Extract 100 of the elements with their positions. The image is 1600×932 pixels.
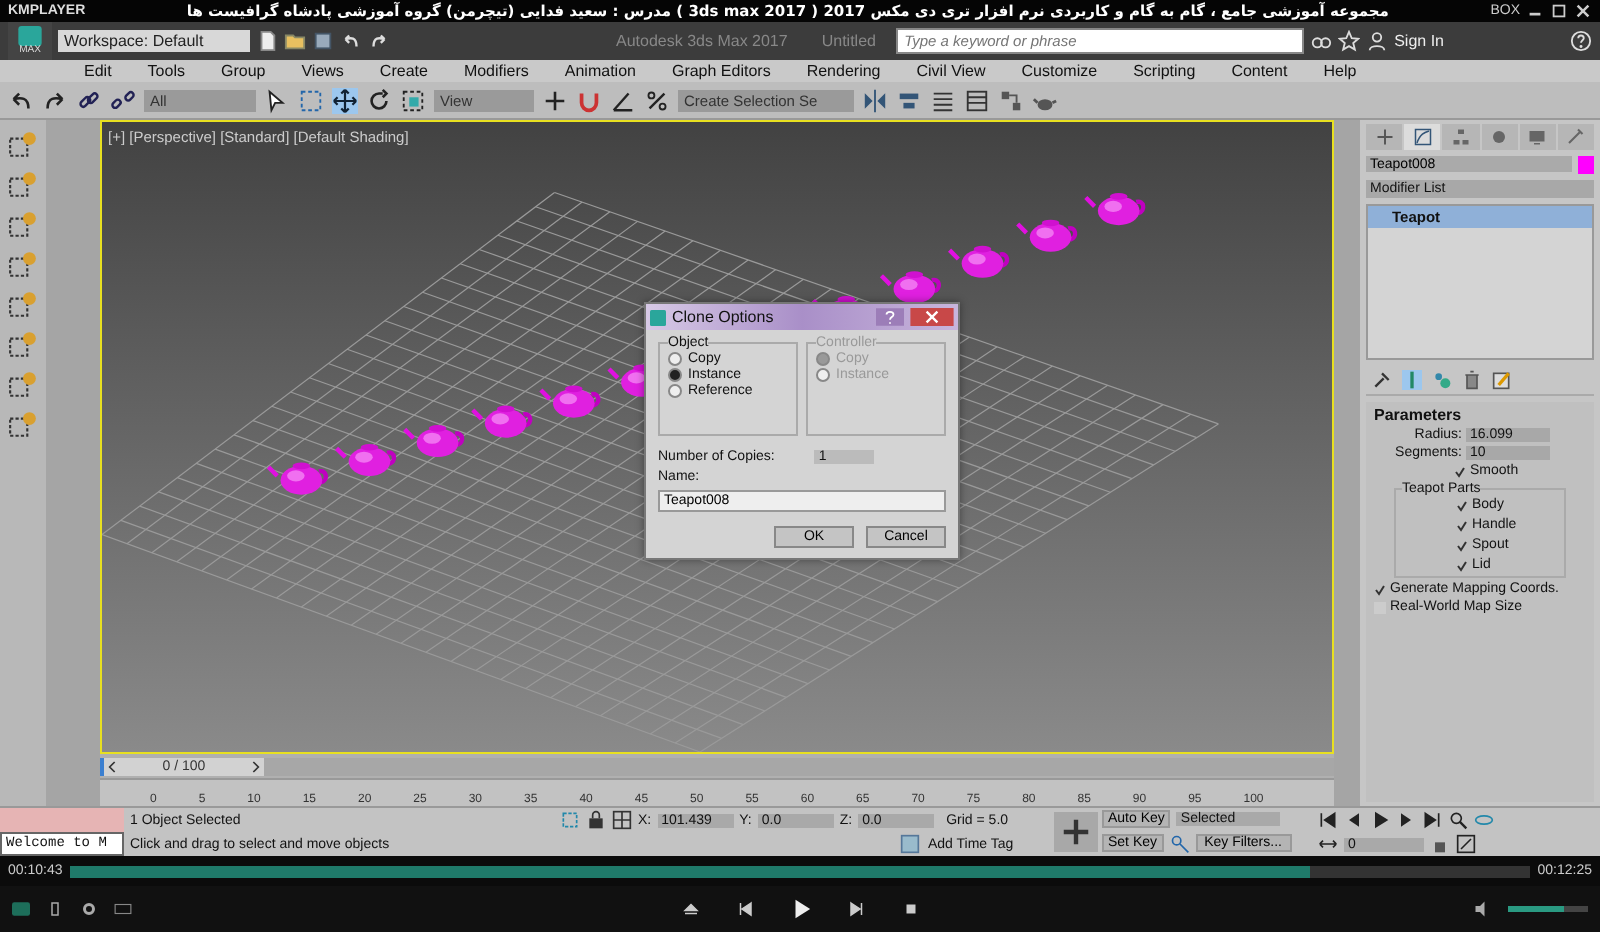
eject-icon[interactable] [681,900,699,918]
next-icon[interactable] [847,900,865,918]
menu-item[interactable]: Civil View [898,62,1004,80]
teapot-drawing[interactable] [1084,193,1146,226]
pin-icon[interactable] [1372,370,1392,390]
logo-icon [16,26,44,46]
go-to-end-icon[interactable] [1422,810,1442,830]
panel-tab[interactable] [1404,124,1441,150]
checkbox[interactable] [1374,583,1386,595]
trash-icon[interactable] [1462,370,1482,390]
save-icon[interactable] [312,30,334,52]
panel-tab[interactable] [1557,124,1595,150]
plus-key-icon [1062,818,1090,846]
wrench-icon [1566,128,1585,146]
menu-item[interactable]: Graph Editors [653,62,789,80]
star-icon[interactable] [1338,30,1361,52]
helper-icon[interactable] [8,290,38,320]
redo-icon[interactable] [42,87,68,113]
helper-icon[interactable] [8,170,38,200]
checkbox[interactable] [1456,539,1468,551]
menu-item[interactable]: Tools [129,62,203,80]
list-icon[interactable] [930,87,956,113]
move-icon[interactable] [332,87,358,113]
angle-snap-icon[interactable] [610,87,636,113]
workspace-dropdown[interactable]: Workspace: Default [58,30,250,52]
cursor-icon[interactable] [264,87,290,113]
link-icon[interactable] [76,87,102,113]
previous-icon[interactable] [735,900,753,918]
teapot-drawing[interactable] [879,271,942,304]
folder-icon[interactable] [284,30,306,52]
monitor-icon [1528,128,1547,146]
plus-icon [1375,128,1394,146]
circle-icon [1490,128,1509,146]
left-chevron-icon[interactable] [108,759,118,773]
sign-in-link[interactable]: Sign In [1394,32,1444,50]
helper-icon[interactable] [8,330,38,360]
zoom-icon[interactable] [1448,810,1468,830]
document-title: Untitled [821,32,878,50]
menu-item[interactable]: Help [1305,62,1375,80]
redo-icon[interactable] [368,30,390,52]
curve-icon [1413,128,1432,146]
undo-icon[interactable] [8,87,34,113]
panel-tab[interactable] [1442,124,1480,150]
rotate-icon[interactable] [366,87,392,113]
dashed-rectangle-icon[interactable] [298,87,324,113]
percent-icon[interactable] [644,87,670,113]
undo-icon[interactable] [340,30,362,52]
play-icon[interactable] [1370,810,1390,830]
teapot-drawing[interactable] [948,245,1010,278]
rollout-title[interactable]: Parameters [1374,406,1586,424]
new-file-icon[interactable] [256,30,278,52]
lock-icon[interactable] [586,810,606,830]
unlink-icon[interactable] [110,87,136,113]
panel-tab[interactable] [1481,124,1518,150]
checkbox[interactable] [1456,559,1468,571]
app-icon [650,309,666,325]
panel-tab[interactable] [1519,124,1556,150]
volume-slider[interactable] [1508,906,1588,912]
mirror-icon[interactable] [862,87,888,113]
helper-icon[interactable] [8,250,38,280]
set-keys-button[interactable] [1054,812,1098,852]
previous-frame-icon[interactable] [1344,810,1364,830]
menu-item[interactable]: Modifiers [445,62,547,80]
checkbox[interactable] [1456,519,1468,531]
helper-icon[interactable] [8,210,38,240]
helper-icon[interactable] [8,410,38,440]
menu-item[interactable]: Customize [1003,62,1116,80]
menu-item[interactable]: Edit [66,62,130,80]
helper-icon[interactable] [8,370,38,400]
teapot-drawing[interactable] [1016,219,1078,252]
helper-icon[interactable] [8,130,38,160]
app-title: Autodesk 3ds Max 2017 [616,32,788,50]
key-icon[interactable] [1169,833,1190,854]
frame-marker[interactable] [100,757,104,775]
layers-icon[interactable] [964,87,990,113]
maximize-icon[interactable] [1550,2,1568,20]
menu-item[interactable]: Group [202,62,284,80]
menu-item[interactable]: Views [283,62,362,80]
menu-item[interactable]: Create [361,62,446,80]
configure-icon[interactable] [1492,370,1512,390]
checkbox[interactable] [1456,499,1468,511]
go-to-start-icon[interactable] [1318,810,1338,830]
menu-item[interactable]: Rendering [788,62,899,80]
hierarchy-icon [1451,128,1470,146]
right-chevron-icon[interactable] [249,759,260,773]
menu-item[interactable]: Animation [546,62,654,80]
stop-icon[interactable] [901,900,919,918]
menu-item[interactable]: Content [1213,62,1306,80]
help-icon[interactable] [1570,30,1592,52]
next-frame-icon[interactable] [1396,810,1416,830]
close-icon[interactable] [1574,2,1592,20]
user-icon[interactable] [1366,30,1389,52]
scale-icon[interactable] [400,87,426,113]
object-color-swatch[interactable] [1578,156,1594,174]
checkbox[interactable] [1454,465,1466,477]
panel-tab[interactable] [1366,124,1403,150]
menu-item[interactable]: Scripting [1115,62,1214,80]
graph-icon[interactable] [998,87,1024,113]
seek-bar[interactable] [70,865,1530,877]
help-icon[interactable] [876,308,904,326]
